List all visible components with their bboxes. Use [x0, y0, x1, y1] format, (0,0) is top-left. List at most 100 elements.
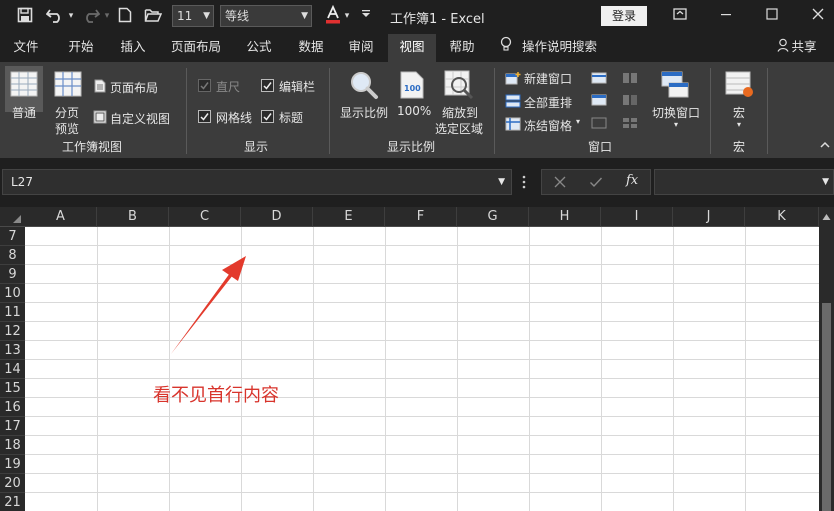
row-header[interactable]: 18	[0, 436, 25, 455]
tell-me-search[interactable]: 操作说明搜索	[500, 34, 610, 62]
column-header-c[interactable]: C	[169, 207, 241, 227]
page-layout-label[interactable]: 页面布局	[110, 79, 158, 96]
formula-bar-more-icon[interactable]	[521, 175, 529, 191]
hide-window-icon[interactable]	[591, 94, 607, 109]
close-icon[interactable]	[806, 6, 830, 26]
unhide-window-icon[interactable]	[591, 117, 607, 132]
collapse-ribbon-icon[interactable]	[819, 140, 831, 153]
name-box-chevron-down-icon[interactable]: ▼	[498, 170, 505, 194]
column-header-d[interactable]: D	[241, 207, 313, 227]
tab-insert[interactable]: 插入	[110, 34, 156, 62]
expand-formula-bar-icon[interactable]: ▼	[822, 171, 829, 193]
gridlines-checkbox[interactable]	[198, 110, 211, 123]
tab-page-layout[interactable]: 页面布局	[164, 34, 228, 62]
column-header-i[interactable]: I	[601, 207, 673, 227]
row-header[interactable]: 9	[0, 265, 25, 284]
row-header[interactable]: 11	[0, 303, 25, 322]
synchronous-scrolling-icon[interactable]	[622, 94, 638, 109]
new-window-label[interactable]: 新建窗口	[524, 70, 572, 87]
reset-window-position-icon[interactable]	[622, 117, 638, 132]
ruler-checkbox[interactable]	[198, 79, 211, 92]
row-header[interactable]: 10	[0, 284, 25, 303]
formula-buttons: fx	[541, 169, 651, 195]
zoom-100-icon[interactable]: 100	[399, 70, 425, 103]
freeze-panes-label[interactable]: 冻结窗格	[524, 117, 572, 134]
headings-checkbox[interactable]	[261, 110, 274, 123]
zoom-magnifier-icon[interactable]	[349, 70, 379, 103]
share-button[interactable]: 共享	[772, 34, 822, 62]
column-header-f[interactable]: F	[385, 207, 457, 227]
title-bar: ▾ ▾ 11 ▼ 等线 ▼ ▾ 工作簿1 - Excel 登录	[0, 0, 834, 34]
row-header[interactable]: 20	[0, 474, 25, 493]
row-header[interactable]: 17	[0, 417, 25, 436]
scroll-up-icon[interactable]	[822, 210, 831, 224]
undo-dropdown-icon[interactable]: ▾	[66, 7, 76, 25]
open-folder-icon[interactable]	[143, 7, 163, 28]
freeze-panes-icon[interactable]	[505, 117, 521, 134]
column-header-g[interactable]: G	[457, 207, 529, 227]
new-file-icon[interactable]	[116, 7, 134, 28]
tab-view[interactable]: 视图	[388, 34, 436, 62]
split-icon[interactable]	[591, 72, 607, 87]
tab-review[interactable]: 审阅	[338, 34, 384, 62]
login-button[interactable]: 登录	[601, 6, 647, 26]
arrange-all-icon[interactable]	[505, 94, 521, 111]
custom-view-icon[interactable]	[93, 110, 107, 127]
group-label-show: 显示	[243, 140, 268, 154]
formula-input[interactable]: ▼	[654, 169, 834, 195]
switch-windows-icon[interactable]	[660, 70, 690, 103]
font-color-icon[interactable]	[322, 4, 344, 30]
row-header[interactable]: 19	[0, 455, 25, 474]
cancel-icon[interactable]	[553, 175, 567, 192]
scroll-thumb[interactable]	[822, 303, 831, 511]
page-break-preview-icon[interactable]	[54, 71, 82, 100]
row-header[interactable]: 7	[0, 227, 25, 246]
page-layout-icon[interactable]	[94, 79, 106, 96]
row-header[interactable]: 8	[0, 246, 25, 265]
save-icon[interactable]	[14, 7, 36, 28]
column-header-k[interactable]: K	[745, 207, 819, 227]
cell-grid[interactable]	[25, 227, 819, 511]
ribbon-display-options-icon[interactable]	[668, 6, 692, 26]
name-box[interactable]: L27 ▼	[2, 169, 512, 195]
customize-toolbar-icon[interactable]	[360, 7, 372, 26]
view-side-by-side-icon[interactable]	[622, 72, 638, 87]
row-header[interactable]: 13	[0, 341, 25, 360]
select-all-corner[interactable]	[0, 207, 25, 227]
custom-view-label[interactable]: 自定义视图	[110, 110, 170, 127]
column-header-j[interactable]: J	[673, 207, 745, 227]
new-window-icon[interactable]	[505, 71, 521, 88]
minimize-icon[interactable]	[714, 6, 738, 26]
redo-dropdown-icon[interactable]: ▾	[102, 7, 112, 25]
row-header[interactable]: 15	[0, 379, 25, 398]
macros-icon[interactable]	[724, 70, 756, 103]
vertical-scrollbar[interactable]	[819, 207, 834, 511]
insert-function-button[interactable]: fx	[626, 173, 638, 188]
font-name-select[interactable]: 等线 ▼	[220, 5, 312, 27]
row-header[interactable]: 21	[0, 493, 25, 511]
zoom-to-selection-icon[interactable]	[444, 70, 474, 103]
tab-formulas[interactable]: 公式	[236, 34, 282, 62]
tab-help[interactable]: 帮助	[440, 34, 484, 62]
row-header[interactable]: 14	[0, 360, 25, 379]
column-header-e[interactable]: E	[313, 207, 385, 227]
arrange-all-label[interactable]: 全部重排	[524, 94, 572, 111]
gridline	[313, 227, 314, 511]
tab-data[interactable]: 数据	[288, 34, 334, 62]
chevron-down-icon: ▼	[301, 11, 308, 21]
tab-file[interactable]: 文件	[4, 34, 48, 62]
row-header[interactable]: 16	[0, 398, 25, 417]
formula-bar-checkbox[interactable]	[261, 79, 274, 92]
undo-icon[interactable]	[44, 7, 66, 28]
row-header[interactable]: 12	[0, 322, 25, 341]
font-color-dropdown-icon[interactable]: ▾	[342, 7, 352, 25]
gridline	[25, 473, 819, 474]
enter-icon[interactable]	[589, 175, 603, 192]
column-header-a[interactable]: A	[25, 207, 97, 227]
redo-icon[interactable]	[80, 7, 102, 28]
tab-home[interactable]: 开始	[58, 34, 104, 62]
column-header-b[interactable]: B	[97, 207, 169, 227]
maximize-icon[interactable]	[760, 6, 784, 26]
column-header-h[interactable]: H	[529, 207, 601, 227]
font-size-select[interactable]: 11 ▼	[172, 5, 214, 27]
